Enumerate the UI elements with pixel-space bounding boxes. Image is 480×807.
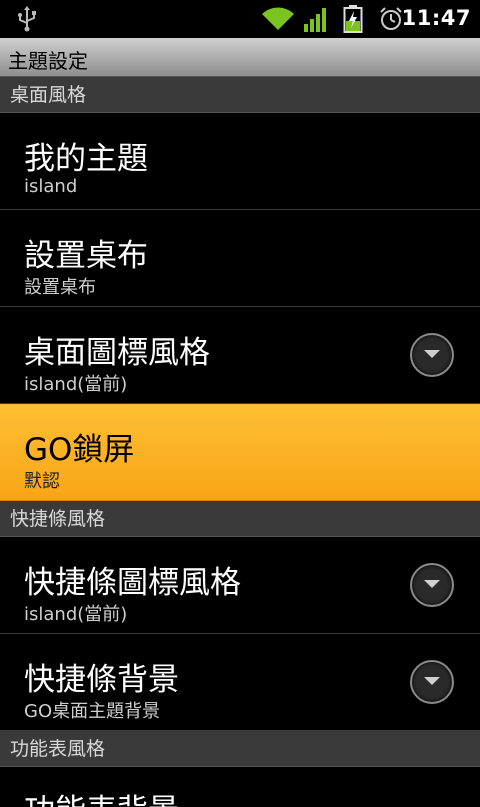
setting-summary: GO桌面主題背景 bbox=[24, 701, 161, 722]
setting-dock-icon-style[interactable]: 快捷條圖標風格 island(當前) bbox=[0, 537, 480, 634]
clock-time: 11:47 bbox=[401, 6, 471, 30]
setting-title: 桌面圖標風格 bbox=[24, 335, 210, 371]
setting-summary: island(當前) bbox=[24, 604, 128, 625]
setting-desktop-icon-style[interactable]: 桌面圖標風格 island(當前) bbox=[0, 307, 480, 404]
settings-list[interactable]: 桌面風格 我的主題 island 設置桌布 設置桌布 桌面圖標風格 island… bbox=[0, 77, 480, 807]
setting-dock-background[interactable]: 快捷條背景 GO桌面主題背景 bbox=[0, 634, 480, 731]
setting-summary: 默認 bbox=[24, 471, 60, 492]
dropdown-arrow-icon[interactable] bbox=[410, 660, 454, 704]
section-header-menu-style: 功能表風格 bbox=[0, 731, 480, 767]
setting-summary: 設置桌布 bbox=[24, 277, 96, 298]
section-header-label: 快捷條風格 bbox=[10, 508, 106, 530]
setting-title: GO鎖屏 bbox=[24, 432, 135, 468]
setting-title: 快捷條圖標風格 bbox=[24, 565, 241, 601]
page-title: 主題設定 bbox=[8, 49, 88, 73]
dropdown-arrow-icon[interactable] bbox=[410, 563, 454, 607]
section-header-dock-style: 快捷條風格 bbox=[0, 501, 480, 537]
usb-icon bbox=[16, 6, 38, 36]
section-header-label: 功能表風格 bbox=[10, 738, 106, 760]
setting-go-lockscreen[interactable]: GO鎖屏 默認 bbox=[0, 404, 480, 501]
setting-summary: island bbox=[24, 176, 78, 197]
title-bar: 主題設定 bbox=[0, 38, 480, 77]
signal-icon bbox=[304, 8, 330, 36]
status-bar: 11:47 bbox=[0, 0, 480, 38]
wifi-icon bbox=[261, 6, 295, 36]
setting-my-theme[interactable]: 我的主題 island bbox=[0, 113, 480, 210]
dropdown-arrow-icon[interactable] bbox=[410, 333, 454, 377]
setting-title: 功能表背景 bbox=[24, 785, 179, 807]
setting-summary: island(當前) bbox=[24, 374, 128, 395]
battery-charging-icon bbox=[343, 5, 363, 37]
setting-title: 快捷條背景 bbox=[24, 662, 179, 698]
section-header-desktop-style: 桌面風格 bbox=[0, 77, 480, 113]
setting-wallpaper[interactable]: 設置桌布 設置桌布 bbox=[0, 210, 480, 307]
section-header-label: 桌面風格 bbox=[10, 84, 87, 106]
setting-title: 設置桌布 bbox=[24, 238, 148, 274]
setting-title: 我的主題 bbox=[24, 141, 148, 177]
setting-menu-background[interactable]: 功能表背景 bbox=[0, 767, 480, 807]
alarm-icon bbox=[378, 6, 404, 36]
